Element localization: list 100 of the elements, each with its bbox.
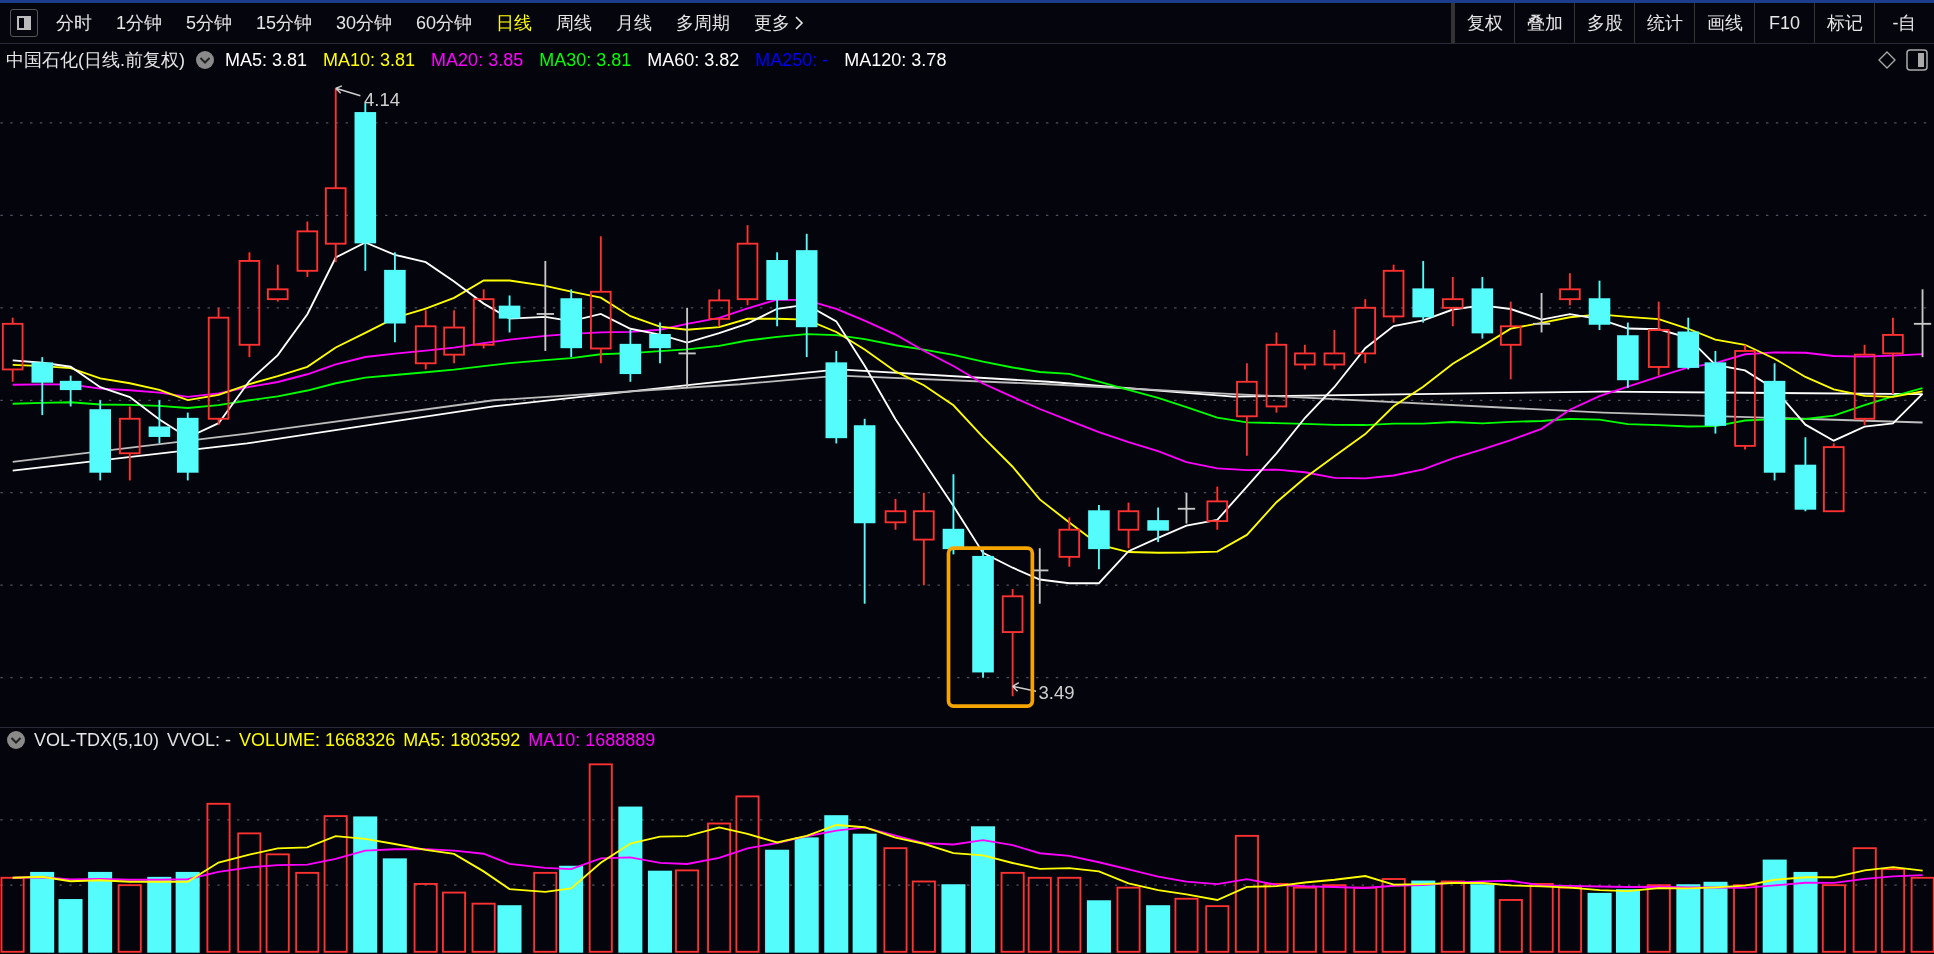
volume-bar bbox=[1703, 881, 1728, 953]
period-tab[interactable]: 周线 bbox=[556, 9, 593, 37]
more-button[interactable]: 更多 bbox=[754, 9, 805, 37]
volume-bar bbox=[941, 884, 966, 953]
indicator-value: VOLUME: 1668326 bbox=[239, 728, 396, 752]
chevron-right-icon bbox=[794, 15, 805, 31]
volume-bar bbox=[117, 884, 142, 953]
candlestick bbox=[177, 411, 199, 482]
candlestick bbox=[414, 309, 437, 371]
period-tab[interactable]: 30分钟 bbox=[336, 9, 393, 37]
candlestick bbox=[1147, 506, 1169, 543]
volume-bar bbox=[58, 899, 83, 953]
candlestick bbox=[267, 263, 289, 303]
candlestick bbox=[884, 497, 907, 531]
candlestick bbox=[1532, 292, 1552, 334]
candlestick bbox=[1382, 263, 1405, 324]
volume-bar bbox=[1587, 892, 1612, 953]
candlestick bbox=[1, 316, 24, 383]
tool-button[interactable]: F10 bbox=[1754, 3, 1814, 43]
period-tab[interactable]: 1分钟 bbox=[116, 9, 162, 37]
candlestick bbox=[1088, 504, 1110, 571]
volume-bar bbox=[1264, 883, 1289, 953]
volume-bar bbox=[497, 905, 522, 953]
volume-bar bbox=[1205, 905, 1230, 953]
tool-button[interactable]: -自 bbox=[1874, 3, 1934, 43]
indicator-value: MA30: 3.81 bbox=[539, 48, 632, 72]
volume-bar bbox=[442, 891, 467, 953]
indicator-value: MA5: 3.81 bbox=[225, 48, 308, 72]
candlestick bbox=[619, 329, 642, 383]
candlestick bbox=[1471, 276, 1494, 340]
candlestick bbox=[148, 399, 171, 445]
volume-bar bbox=[413, 883, 438, 953]
volume-bar bbox=[1557, 886, 1583, 953]
candlestick bbox=[1617, 321, 1639, 389]
period-tab[interactable]: 15分钟 bbox=[256, 9, 313, 37]
indicator-value: MA120: 3.78 bbox=[844, 48, 947, 72]
candlestick bbox=[1588, 279, 1611, 331]
panel-toggle-icon[interactable] bbox=[10, 9, 38, 37]
indicator-value: MA60: 3.82 bbox=[647, 48, 740, 72]
volume-bar bbox=[1529, 883, 1554, 953]
candlestick bbox=[1913, 288, 1933, 359]
indicator-value: MA10: 3.81 bbox=[323, 48, 416, 72]
volume-bar bbox=[1174, 897, 1199, 953]
volume-bar bbox=[1292, 886, 1317, 953]
indicator-value: MA20: 3.85 bbox=[431, 48, 524, 72]
candlestick bbox=[560, 288, 582, 359]
stock-title: 中国石化(日线.前复权) bbox=[6, 48, 185, 72]
volume-bar bbox=[1733, 884, 1758, 953]
dropdown-icon[interactable] bbox=[195, 50, 215, 70]
high-price-label: 4.14 bbox=[335, 85, 401, 110]
indicator-value: VVOL: - bbox=[167, 728, 232, 752]
candlestick bbox=[443, 309, 465, 365]
volume-bar bbox=[1353, 886, 1378, 953]
period-tab[interactable]: 月线 bbox=[616, 9, 653, 37]
candlestick bbox=[1323, 329, 1346, 371]
candlestick bbox=[708, 288, 730, 328]
volume-bar bbox=[1676, 884, 1701, 953]
indicator-value: MA10: 1688889 bbox=[528, 728, 656, 752]
period-tab[interactable]: 日线 bbox=[496, 9, 533, 37]
dropdown-icon[interactable] bbox=[6, 730, 26, 750]
volume-bar bbox=[1086, 900, 1111, 953]
candlestick bbox=[1117, 501, 1140, 550]
volume-bar bbox=[1116, 886, 1141, 953]
candlestick bbox=[649, 321, 671, 365]
candlestick bbox=[472, 288, 495, 350]
candlestick bbox=[1677, 316, 1700, 371]
tool-button[interactable]: 画线 bbox=[1694, 3, 1754, 43]
period-tab[interactable]: 多周期 bbox=[676, 9, 731, 37]
volume-bar bbox=[1821, 884, 1846, 953]
candlestick bbox=[1412, 260, 1434, 324]
tool-button[interactable]: 统计 bbox=[1634, 3, 1694, 43]
candlestick bbox=[1294, 343, 1316, 371]
candlestick bbox=[1176, 491, 1197, 525]
period-tab[interactable]: 60分钟 bbox=[416, 9, 473, 37]
volume-bar bbox=[1322, 884, 1347, 953]
diamond-icon[interactable] bbox=[1878, 51, 1896, 69]
panel-toggle-icon[interactable] bbox=[1906, 49, 1928, 71]
volume-bar bbox=[1615, 889, 1640, 953]
volume-bar bbox=[1498, 899, 1523, 953]
tool-button[interactable]: 复权 bbox=[1454, 3, 1514, 43]
candlestick bbox=[1822, 442, 1845, 513]
period-tab[interactable]: 5分钟 bbox=[186, 9, 233, 37]
candlestick bbox=[59, 374, 82, 408]
candlestick bbox=[31, 356, 54, 416]
candlestick bbox=[1559, 272, 1581, 307]
indicator-value: MA250: - bbox=[755, 48, 829, 72]
candlestick bbox=[1206, 485, 1229, 531]
candlestick bbox=[1354, 298, 1377, 365]
tool-button[interactable]: 叠加 bbox=[1514, 3, 1574, 43]
tool-button[interactable]: 多股 bbox=[1574, 3, 1634, 43]
tool-button[interactable]: 标记 bbox=[1814, 3, 1874, 43]
candlestick bbox=[1442, 276, 1464, 328]
candlestick bbox=[1058, 516, 1081, 568]
volume-bar bbox=[1470, 884, 1495, 953]
low-price-label: 3.49 bbox=[1011, 681, 1075, 703]
period-tab[interactable]: 分时 bbox=[56, 9, 92, 37]
volume-bar bbox=[1146, 905, 1171, 953]
volume-bar bbox=[471, 902, 496, 953]
indicator-value: MA5: 1803592 bbox=[403, 728, 521, 752]
volume-bar bbox=[1646, 884, 1671, 953]
